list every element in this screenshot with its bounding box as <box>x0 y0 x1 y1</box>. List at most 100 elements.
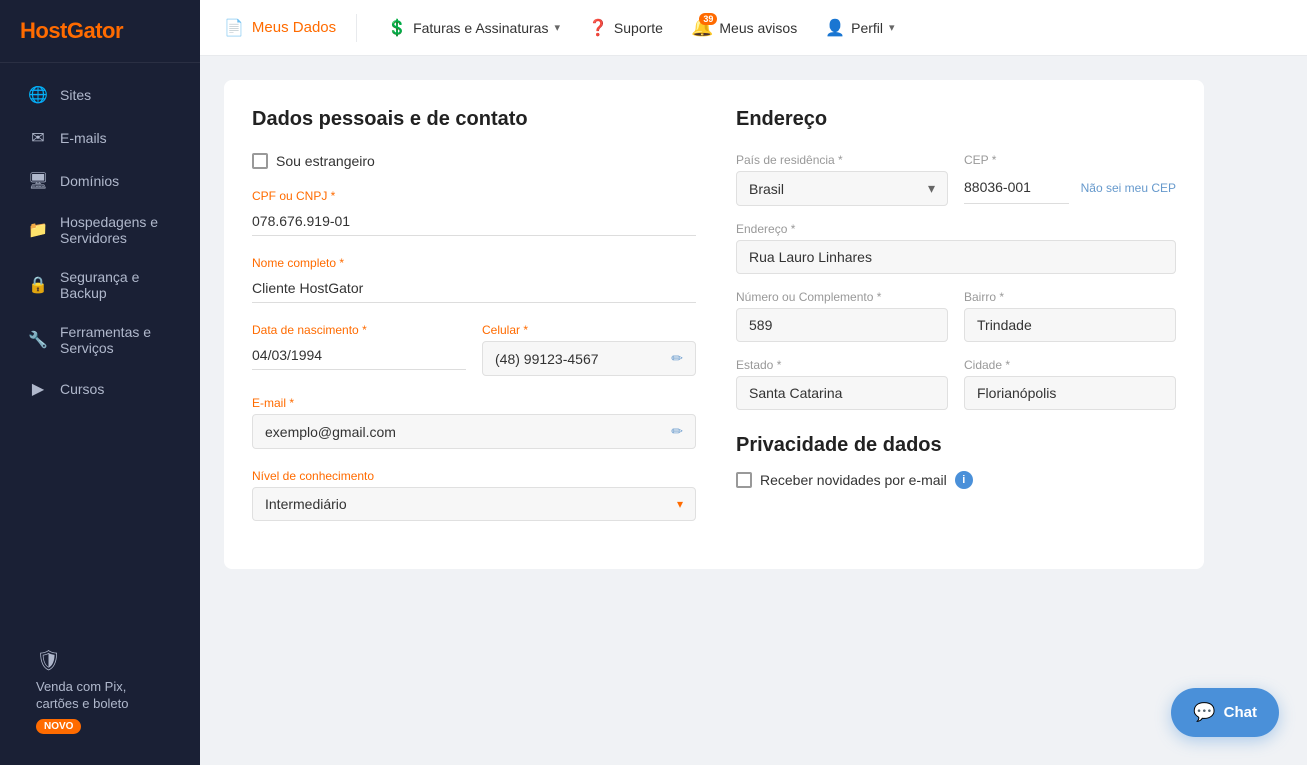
nivel-select[interactable]: Intermediário ▾ <box>252 487 696 521</box>
nascimento-value: 04/03/1994 <box>252 341 466 370</box>
birth-phone-row: Data de nascimento * 04/03/1994 Celular … <box>252 323 696 376</box>
play-icon: ▶ <box>28 379 48 399</box>
sidebar-item-cursos[interactable]: ▶ Cursos <box>8 368 192 410</box>
faturas-label: Faturas e Assinaturas <box>413 20 548 36</box>
newsletter-checkbox[interactable] <box>736 472 752 488</box>
sidebar: HostGator 🌐 Sites ✉ E-mails 🖥 Domínios 📁… <box>0 0 200 765</box>
server-icon: 📁 <box>28 220 48 240</box>
perfil-chevron: ▾ <box>889 21 895 34</box>
nav-item-avisos[interactable]: 🔔 39 Meus avisos <box>681 11 807 44</box>
faturas-icon: 💲 <box>387 18 407 38</box>
tools-icon: 🔧 <box>28 330 48 350</box>
nivel-chevron-icon: ▾ <box>677 497 683 511</box>
sidebar-item-label: E-mails <box>60 130 107 146</box>
country-chevron-icon: ▾ <box>928 180 935 197</box>
numero-label: Número ou Complemento * <box>736 290 948 304</box>
perfil-icon: 👤 <box>825 18 845 38</box>
bairro-field: Bairro * Trindade <box>964 290 1176 342</box>
cep-value: 88036-001 <box>964 171 1069 204</box>
cidade-value: Florianópolis <box>964 376 1176 410</box>
estado-value: Santa Catarina <box>736 376 948 410</box>
newsletter-row: Receber novidades por e-mail i <box>736 471 1176 489</box>
brand-name: HostGator <box>20 18 123 43</box>
celular-value: (48) 99123-4567 ✏ <box>482 341 696 376</box>
suporte-icon: ❓ <box>588 18 608 38</box>
card-layout: Dados pessoais e de contato Sou estrange… <box>252 108 1176 541</box>
nome-field: Nome completo * Cliente HostGator <box>252 256 696 303</box>
chat-button[interactable]: 💬 Chat <box>1171 688 1279 737</box>
cpf-value: 078.676.919-01 <box>252 207 696 236</box>
sidebar-item-emails[interactable]: ✉ E-mails <box>8 117 192 159</box>
sidebar-pix-section[interactable]: 🛡 Venda com Pix, cartões e boleto NOVO <box>0 621 200 765</box>
avisos-label: Meus avisos <box>719 20 797 36</box>
country-cep-row: País de residência * Brasil ▾ CEP * 8803… <box>736 153 1176 206</box>
cep-link[interactable]: Não sei meu CEP <box>1081 181 1176 195</box>
nome-label: Nome completo * <box>252 256 696 270</box>
estado-label: Estado * <box>736 358 948 372</box>
content-card: Dados pessoais e de contato Sou estrange… <box>224 80 1204 569</box>
pix-icon: 🛡 <box>36 648 61 673</box>
bell-wrapper: 🔔 39 <box>691 17 713 38</box>
page-title-section: 📄 Meus Dados <box>224 18 336 38</box>
novo-badge: NOVO <box>36 719 81 734</box>
sidebar-item-dominios[interactable]: 🖥 Domínios <box>8 160 192 202</box>
sidebar-item-hospedagens[interactable]: 📁 Hospedagens e Servidores <box>8 203 192 257</box>
lock-icon: 🔒 <box>28 275 48 295</box>
nav-item-faturas[interactable]: 💲 Faturas e Assinaturas ▾ <box>377 12 570 44</box>
brand-logo: HostGator <box>0 0 200 63</box>
sidebar-item-pix[interactable]: 🛡 Venda com Pix, cartões e boleto NOVO <box>24 638 176 744</box>
cep-label: CEP * <box>964 153 1176 167</box>
cidade-label: Cidade * <box>964 358 1176 372</box>
address-section: Endereço País de residência * Brasil ▾ <box>736 108 1176 541</box>
cpf-field: CPF ou CNPJ * 078.676.919-01 <box>252 189 696 236</box>
email-value: exemplo@gmail.com ✏ <box>252 414 696 449</box>
chat-icon: 💬 <box>1193 702 1215 723</box>
content-area: Dados pessoais e de contato Sou estrange… <box>200 56 1307 765</box>
sidebar-item-label: Segurança e Backup <box>60 269 172 301</box>
sidebar-item-seguranca[interactable]: 🔒 Segurança e Backup <box>8 258 192 312</box>
header: 📄 Meus Dados 💲 Faturas e Assinaturas ▾ ❓… <box>200 0 1307 56</box>
suporte-label: Suporte <box>614 20 663 36</box>
newsletter-label: Receber novidades por e-mail <box>760 472 947 488</box>
email-edit-icon[interactable]: ✏ <box>671 423 683 440</box>
personal-section-title: Dados pessoais e de contato <box>252 108 696 131</box>
estado-field: Estado * Santa Catarina <box>736 358 948 410</box>
personal-data-section: Dados pessoais e de contato Sou estrange… <box>252 108 696 541</box>
nav-item-perfil[interactable]: 👤 Perfil ▾ <box>815 12 904 44</box>
chat-label: Chat <box>1224 704 1257 721</box>
nome-value: Cliente HostGator <box>252 274 696 303</box>
globe-icon: 🌐 <box>28 85 48 105</box>
pix-label: Venda com Pix, cartões e boleto <box>36 679 164 713</box>
sidebar-item-sites[interactable]: 🌐 Sites <box>8 74 192 116</box>
numero-bairro-row: Número ou Complemento * 589 Bairro * Tri… <box>736 290 1176 342</box>
sidebar-item-label: Sites <box>60 87 91 103</box>
celular-edit-icon[interactable]: ✏ <box>671 350 683 367</box>
endereco-value: Rua Lauro Linhares <box>736 240 1176 274</box>
cidade-field: Cidade * Florianópolis <box>964 358 1176 410</box>
notification-badge: 39 <box>699 13 717 25</box>
nascimento-label: Data de nascimento * <box>252 323 466 337</box>
page-icon: 📄 <box>224 18 244 38</box>
country-value: Brasil <box>749 181 784 197</box>
numero-field: Número ou Complemento * 589 <box>736 290 948 342</box>
info-icon[interactable]: i <box>955 471 973 489</box>
sidebar-nav: 🌐 Sites ✉ E-mails 🖥 Domínios 📁 Hospedage… <box>0 63 200 621</box>
nav-item-suporte[interactable]: ❓ Suporte <box>578 12 673 44</box>
foreign-checkbox-row[interactable]: Sou estrangeiro <box>252 153 696 169</box>
country-label: País de residência * <box>736 153 948 167</box>
sidebar-item-label: Cursos <box>60 381 104 397</box>
sidebar-item-ferramentas[interactable]: 🔧 Ferramentas e Serviços <box>8 313 192 367</box>
endereco-label: Endereço * <box>736 222 1176 236</box>
sidebar-item-label: Domínios <box>60 173 119 189</box>
country-select[interactable]: Brasil ▾ <box>736 171 948 206</box>
faturas-chevron: ▾ <box>554 21 560 34</box>
cpf-label: CPF ou CNPJ * <box>252 189 696 203</box>
email-field: E-mail * exemplo@gmail.com ✏ <box>252 396 696 449</box>
perfil-label: Perfil <box>851 20 883 36</box>
country-field: País de residência * Brasil ▾ <box>736 153 948 206</box>
dominios-icon: 🖥 <box>28 171 48 191</box>
foreign-checkbox[interactable] <box>252 153 268 169</box>
cep-row: 88036-001 Não sei meu CEP <box>964 171 1176 204</box>
nivel-field: Nível de conhecimento Intermediário ▾ <box>252 469 696 521</box>
sidebar-item-label: Ferramentas e Serviços <box>60 324 172 356</box>
